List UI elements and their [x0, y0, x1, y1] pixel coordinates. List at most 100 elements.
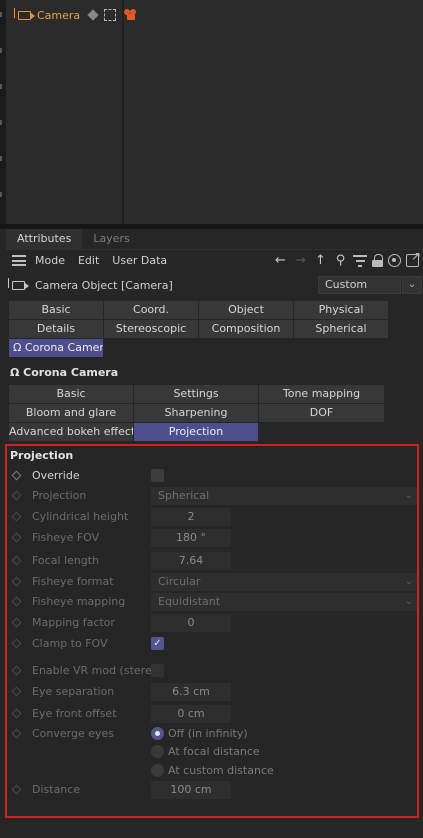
keyframe-diamond-icon[interactable] — [11, 532, 22, 543]
layer-icon[interactable] — [87, 9, 99, 21]
object-name[interactable]: Camera — [37, 9, 80, 22]
converge-option-focal[interactable]: At focal distance — [168, 745, 260, 758]
eye-separation-field[interactable]: 6.3 cm — [151, 683, 231, 701]
corona-tag-icon[interactable] — [124, 9, 138, 21]
fisheye-format-select[interactable]: Circular ⌄ — [151, 573, 417, 591]
converge-radio-focal[interactable] — [151, 745, 164, 758]
tab-corona-basic[interactable]: Basic — [9, 385, 133, 403]
fisheye-format-row: Fisheye format Circular ⌄ — [7, 573, 417, 591]
keyframe-diamond-icon[interactable] — [11, 576, 22, 587]
tab-coord[interactable]: Coord. — [104, 301, 198, 319]
mapping-factor-label: Mapping factor — [32, 616, 115, 629]
filter-icon[interactable] — [353, 254, 367, 267]
keyframe-diamond-icon[interactable] — [11, 470, 22, 481]
clamp-fov-checkbox[interactable]: ✓ — [151, 637, 164, 650]
cylindrical-height-field[interactable]: 2 — [151, 508, 231, 526]
new-window-icon[interactable] — [406, 249, 421, 267]
fisheye-mapping-value: Equidistant — [158, 595, 221, 608]
lock-icon[interactable] — [372, 254, 383, 267]
tab-bloom-glare[interactable]: Bloom and glare — [9, 404, 133, 422]
tab-basic[interactable]: Basic — [9, 301, 103, 319]
tab-physical[interactable]: Physical — [294, 301, 388, 319]
converge-option-off[interactable]: Off (in infinity) — [168, 727, 248, 740]
tab-attributes[interactable]: Attributes — [6, 229, 83, 249]
object-tree-item-camera[interactable]: Camera — [6, 5, 138, 25]
distance-field[interactable]: 100 cm — [151, 781, 231, 799]
forward-arrow-icon[interactable]: → — [293, 253, 308, 268]
keyframe-diamond-icon[interactable] — [11, 686, 22, 697]
converge-option-custom[interactable]: At custom distance — [168, 764, 274, 777]
keyframe-diamond-icon[interactable] — [11, 617, 22, 628]
tab-advanced-bokeh[interactable]: Advanced bokeh effects — [9, 423, 133, 441]
override-label: Override — [32, 469, 80, 482]
mode-select[interactable]: Custom — [318, 276, 401, 294]
distance-label: Distance — [32, 783, 81, 796]
frame-icon[interactable] — [104, 9, 117, 21]
tab-sharpening[interactable]: Sharpening — [134, 404, 258, 422]
fisheye-mapping-row: Fisheye mapping Equidistant ⌄ — [7, 593, 417, 611]
tab-corona-camera[interactable]: Ω Corona Camera — [9, 339, 103, 357]
converge-radio-custom[interactable] — [151, 764, 164, 777]
keyframe-diamond-icon[interactable] — [11, 638, 22, 649]
projection-group: Projection Override Projection Spherical… — [5, 444, 419, 818]
fisheye-mapping-select[interactable]: Equidistant ⌄ — [151, 593, 417, 611]
menu-user-data[interactable]: User Data — [112, 254, 167, 267]
fisheye-fov-field[interactable]: 180 ° — [151, 529, 231, 547]
keyframe-diamond-icon[interactable] — [11, 511, 22, 522]
vr-mod-checkbox[interactable] — [151, 664, 164, 677]
object-title: Camera Object [Camera] — [35, 278, 173, 292]
tab-settings[interactable]: Settings — [134, 385, 258, 403]
tab-spherical[interactable]: Spherical — [294, 320, 388, 338]
target-icon[interactable] — [388, 254, 401, 267]
search-icon[interactable]: ⚲ — [333, 253, 348, 268]
back-arrow-icon[interactable]: ← — [273, 253, 288, 268]
tab-details[interactable]: Details — [9, 320, 103, 338]
keyframe-diamond-icon[interactable] — [11, 728, 22, 739]
tab-stereoscopic[interactable]: Stereoscopic — [104, 320, 198, 338]
keyframe-diamond-icon[interactable] — [11, 784, 22, 795]
converge-eyes-label: Converge eyes — [32, 727, 115, 740]
tab-projection[interactable]: Projection — [134, 423, 258, 441]
clamp-fov-label: Clamp to FOV — [32, 637, 108, 650]
menu-edit[interactable]: Edit — [78, 254, 99, 267]
fisheye-fov-label: Fisheye FOV — [32, 531, 100, 544]
chevron-down-icon[interactable]: ⌄ — [402, 276, 422, 294]
converge-radio-off[interactable] — [151, 727, 164, 740]
object-tabs: Basic Coord. Object Physical Details Ste… — [9, 301, 388, 357]
override-checkbox[interactable] — [151, 469, 164, 482]
override-row: Override — [7, 467, 417, 485]
focal-length-field[interactable]: 7.64 — [151, 552, 231, 570]
fisheye-format-label: Fisheye format — [32, 575, 114, 588]
object-manager: Camera — [0, 0, 423, 224]
keyframe-diamond-icon[interactable] — [11, 596, 22, 607]
tab-layers[interactable]: Layers — [82, 229, 140, 249]
column-divider[interactable] — [122, 0, 124, 224]
camera-object-icon — [8, 277, 29, 290]
mapping-factor-field[interactable]: 0 — [151, 614, 231, 632]
chevron-down-icon: ⌄ — [404, 490, 413, 501]
focal-length-label: Focal length — [32, 554, 100, 567]
keyframe-diamond-icon[interactable] — [11, 555, 22, 566]
keyframe-diamond-icon[interactable] — [11, 490, 22, 501]
menu-mode[interactable]: Mode — [35, 254, 65, 267]
keyframe-diamond-icon[interactable] — [11, 665, 22, 676]
left-border — [0, 0, 6, 224]
tab-composition[interactable]: Composition — [199, 320, 293, 338]
hamburger-menu-icon[interactable] — [12, 255, 26, 266]
tab-object[interactable]: Object — [199, 301, 293, 319]
projection-row: Projection Spherical ⌄ — [7, 487, 417, 505]
converge-focal-row: At focal distance — [7, 743, 417, 761]
projection-select[interactable]: Spherical ⌄ — [151, 487, 417, 505]
eye-front-offset-field[interactable]: 0 cm — [151, 705, 231, 723]
up-arrow-icon[interactable]: ↑ — [313, 253, 328, 268]
converge-eyes-row: Converge eyes Off (in infinity) — [7, 725, 417, 743]
converge-custom-row: At custom distance — [7, 762, 417, 780]
eye-separation-label: Eye separation — [32, 685, 115, 698]
cylindrical-height-label: Cylindrical height — [32, 510, 129, 523]
keyframe-diamond-icon[interactable] — [11, 708, 22, 719]
tab-tone-mapping[interactable]: Tone mapping — [259, 385, 384, 403]
eye-front-offset-row: Eye front offset 0 cm — [7, 705, 417, 723]
tab-dof[interactable]: DOF — [259, 404, 384, 422]
focal-length-row: Focal length 7.64 — [7, 552, 417, 570]
fisheye-fov-row: Fisheye FOV 180 ° — [7, 529, 417, 547]
